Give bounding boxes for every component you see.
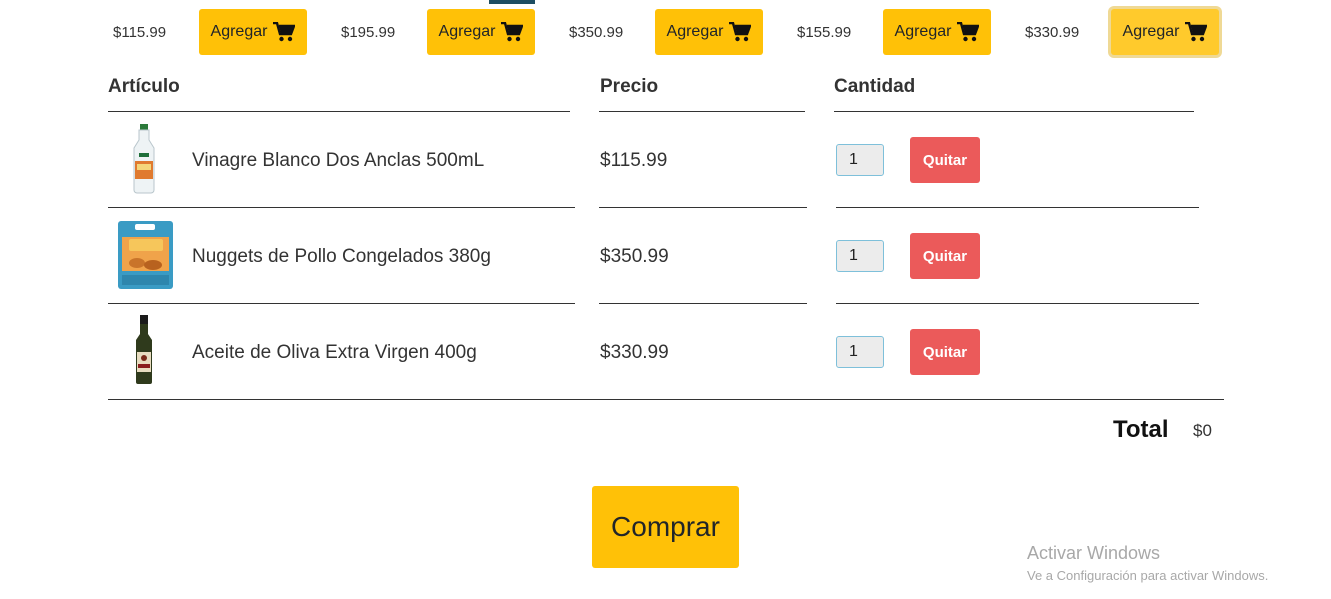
cart-icon [729, 22, 752, 42]
cart-icon [1185, 22, 1208, 42]
windows-activation-subtitle: Ve a Configuración para activar Windows. [1027, 568, 1269, 583]
total-label: Total [1113, 416, 1169, 443]
row-divider [836, 207, 1199, 208]
remove-button[interactable]: Quitar [910, 329, 980, 375]
add-to-cart-button[interactable]: Agregar [883, 9, 991, 55]
product-price: $115.99 [113, 24, 167, 41]
product-price: $155.99 [797, 24, 852, 41]
add-to-cart-button[interactable]: Agregar [199, 9, 307, 55]
header-divider [834, 111, 1194, 112]
item-name: Aceite de Oliva Extra Virgen 400g [192, 342, 477, 363]
product-price: $195.99 [341, 24, 396, 41]
add-to-cart-button[interactable]: Agregar [1111, 9, 1219, 55]
quantity-input[interactable] [836, 144, 884, 176]
add-button-label: Agregar [210, 23, 268, 40]
total-value: $0 [1193, 421, 1212, 440]
row-divider [108, 207, 575, 208]
header-divider [599, 111, 805, 112]
quantity-input[interactable] [836, 240, 884, 272]
add-button-label: Agregar [894, 23, 952, 40]
add-button-label: Agregar [438, 23, 496, 40]
row-divider [599, 303, 807, 304]
item-price: $350.99 [600, 246, 669, 267]
header-item: Artículo [108, 76, 180, 97]
add-to-cart-button[interactable]: Agregar [655, 9, 763, 55]
buy-button[interactable]: Comprar [592, 486, 739, 568]
add-button-label: Agregar [666, 23, 724, 40]
add-to-cart-button[interactable]: Agregar [427, 9, 535, 55]
cart-icon [273, 22, 296, 42]
item-price: $115.99 [600, 150, 668, 171]
header-quantity: Cantidad [834, 76, 916, 97]
chicken-nuggets-bag-icon [113, 219, 173, 291]
remove-button[interactable]: Quitar [910, 233, 980, 279]
top-nav-accent [489, 0, 535, 4]
header-price: Precio [600, 76, 659, 97]
item-name: Nuggets de Pollo Congelados 380g [192, 246, 491, 267]
remove-button[interactable]: Quitar [910, 137, 980, 183]
vinegar-bottle-icon [113, 123, 173, 195]
table-bottom-divider [108, 399, 1224, 400]
header-divider [108, 111, 570, 112]
windows-activation-title: Activar Windows [1027, 543, 1161, 563]
product-price: $350.99 [569, 24, 624, 41]
product-price: $330.99 [1025, 24, 1080, 41]
cart-icon [501, 22, 524, 42]
row-divider [836, 303, 1199, 304]
cart-icon [957, 22, 980, 42]
add-button-label: Agregar [1122, 23, 1180, 40]
item-price: $330.99 [600, 342, 669, 363]
item-name: Vinagre Blanco Dos Anclas 500mL [192, 150, 485, 171]
olive-oil-bottle-icon [113, 314, 173, 386]
row-divider [108, 303, 575, 304]
quantity-input[interactable] [836, 336, 884, 368]
row-divider [599, 207, 807, 208]
